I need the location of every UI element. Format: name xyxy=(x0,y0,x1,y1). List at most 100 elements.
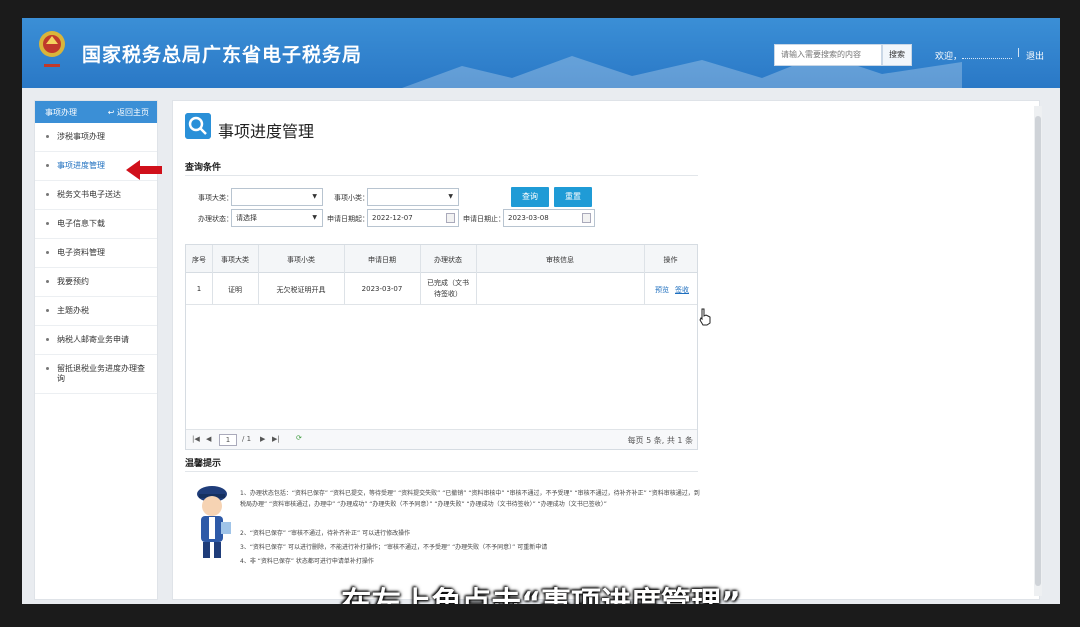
bullet-icon xyxy=(46,135,49,138)
total-pages: / 1 xyxy=(242,435,252,443)
last-page-icon[interactable]: ▶| xyxy=(272,435,280,443)
sidebar-item-e-documents[interactable]: 税务文书电子送达 xyxy=(35,181,157,210)
back-home-label: 返回主页 xyxy=(117,108,149,117)
date-from-label: 申请日期起： xyxy=(327,215,369,223)
status-select-value: 请选择 xyxy=(236,214,257,222)
sidebar-item-label: 我要预约 xyxy=(57,277,89,286)
search-input[interactable]: 请输入需要搜索的内容 xyxy=(774,44,882,66)
column-header: 事项大类 xyxy=(221,256,249,264)
status-select[interactable]: 请选择 ▼ xyxy=(231,209,323,227)
tip-line-1: 1、办理状态包括：“资料已保存” “资料已提交，等待受理” “资料提交失败” “… xyxy=(240,490,700,508)
logout-link[interactable]: 退出 xyxy=(1026,49,1044,62)
cell-status: 已完成（文书待签收） xyxy=(427,279,469,298)
sidebar-item-label: 主题办税 xyxy=(57,306,89,315)
sign-link[interactable]: 签收 xyxy=(674,285,690,295)
bullet-icon xyxy=(46,193,49,196)
search-button[interactable]: 搜索 xyxy=(882,44,912,66)
bullet-icon xyxy=(46,164,49,167)
date-to-label: 申请日期止： xyxy=(463,215,505,223)
refresh-icon[interactable]: ⟳ xyxy=(296,434,302,442)
tip-line-4: 4、非 “资料已保存” 状态都可进行申请单补打操作 xyxy=(240,558,374,565)
scrollbar-thumb[interactable] xyxy=(1035,116,1041,586)
sidebar-item-label: 税务文书电子送达 xyxy=(57,190,121,199)
query-section-title: 查询条件 xyxy=(185,163,222,173)
magnifier-icon xyxy=(185,113,211,139)
dropdown-caret-icon: ▼ xyxy=(312,214,317,221)
next-page-icon[interactable]: ▶ xyxy=(260,435,265,443)
column-header: 操作 xyxy=(663,256,678,264)
table-row: 1 证明 无欠税证明开具 2023-03-07 已完成（文书待签收） 预览 签收 xyxy=(186,273,697,305)
minor-category-label: 事项小类： xyxy=(334,194,369,202)
bullet-icon xyxy=(46,367,49,370)
tax-officer-mascot-icon xyxy=(197,486,231,558)
sidebar-item-tax-affairs[interactable]: 涉税事项办理 xyxy=(35,123,157,152)
username-redacted xyxy=(962,49,1012,59)
dropdown-caret-icon: ▼ xyxy=(448,193,453,200)
video-subtitle: 在左上角点击“事项进度管理” xyxy=(341,586,741,604)
sidebar-item-label: 电子信息下载 xyxy=(57,219,105,228)
column-header: 办理状态 xyxy=(434,256,462,264)
date-to-input[interactable]: 2023-03-08 xyxy=(503,209,595,227)
sidebar-item-mail-request[interactable]: 纳税人邮寄业务申请 xyxy=(35,326,157,355)
cell-no: 1 xyxy=(196,285,202,293)
major-category-select[interactable]: ▼ xyxy=(231,188,323,206)
red-arrow-left-icon xyxy=(126,160,162,180)
bullet-icon xyxy=(46,280,49,283)
calendar-icon[interactable] xyxy=(582,213,591,223)
page-number-input[interactable]: 1 xyxy=(219,434,237,446)
sidebar-item-info-download[interactable]: 电子信息下载 xyxy=(35,210,157,239)
column-header: 序号 xyxy=(192,256,206,264)
tips-title: 温馨提示 xyxy=(185,459,222,469)
dropdown-caret-icon: ▼ xyxy=(312,193,317,200)
bullet-icon xyxy=(46,338,49,341)
table-header: 序号 事项大类 事项小类 申请日期 办理状态 审核信息 操作 xyxy=(186,245,697,273)
column-header: 事项小类 xyxy=(287,256,315,264)
sidebar-header-title: 事项办理 xyxy=(45,108,77,117)
prev-page-icon[interactable]: ◀ xyxy=(206,435,211,443)
tip-line-3: 3、“资料已保存” 可以进行删除，不能进行补打操作；“审核不通过，不予受理” “… xyxy=(240,544,548,551)
sidebar-item-label: 涉税事项办理 xyxy=(57,132,105,141)
status-label: 办理状态： xyxy=(198,215,233,223)
hand-cursor-icon xyxy=(699,308,711,326)
sidebar-item-label: 纳税人邮寄业务申请 xyxy=(57,335,129,344)
sidebar-header: 事项办理 ↩ 返回主页 xyxy=(35,101,157,123)
back-home-link[interactable]: ↩ 返回主页 xyxy=(108,107,149,118)
scrollbar[interactable] xyxy=(1034,106,1042,596)
date-from-input[interactable]: 2022-12-07 xyxy=(367,209,459,227)
page-title: 事项进度管理 xyxy=(218,122,315,141)
pagination-bar: |◀ ◀ 1 / 1 ▶ ▶| ⟳ 每页 5 条, 共 1 条 xyxy=(186,429,697,449)
calendar-icon[interactable] xyxy=(446,213,455,223)
sidebar-item-topic-tax[interactable]: 主题办税 xyxy=(35,297,157,326)
bullet-icon xyxy=(46,251,49,254)
sidebar-item-refund-progress[interactable]: 留抵退税业务进度办理查询 xyxy=(35,355,157,394)
progress-table: 序号 事项大类 事项小类 申请日期 办理状态 审核信息 操作 1 证明 无欠税证… xyxy=(185,244,698,450)
column-header: 审核信息 xyxy=(546,256,574,264)
divider xyxy=(185,471,698,472)
query-button[interactable]: 查询 xyxy=(511,187,549,207)
browser-screen: 国家税务总局广东省电子税务局 请输入需要搜索的内容 搜索 欢迎， | 退出 事项… xyxy=(22,18,1060,604)
minor-category-select[interactable]: ▼ xyxy=(367,188,459,206)
major-category-label: 事项大类： xyxy=(198,194,233,202)
sidebar-item-appointment[interactable]: 我要预约 xyxy=(35,268,157,297)
preview-link[interactable]: 预览 xyxy=(654,285,670,295)
tip-line-2: 2、“资料已保存” “审核不通过，待补齐补正” 可以进行修改操作 xyxy=(240,530,411,537)
welcome-text: 欢迎， xyxy=(935,52,963,62)
column-header: 申请日期 xyxy=(368,256,396,264)
date-to-value: 2023-03-08 xyxy=(508,214,549,222)
bullet-icon xyxy=(46,222,49,225)
cell-minor: 无欠税证明开具 xyxy=(276,286,326,294)
sidebar-item-label: 电子资料管理 xyxy=(57,248,105,257)
reset-button[interactable]: 重置 xyxy=(554,187,592,207)
cell-major: 证明 xyxy=(228,286,242,294)
sidebar-item-label: 留抵退税业务进度办理查询 xyxy=(57,364,145,383)
logout-separator: | xyxy=(1017,48,1021,58)
site-header: 国家税务总局广东省电子税务局 请输入需要搜索的内容 搜索 欢迎， | 退出 xyxy=(22,18,1060,88)
date-from-value: 2022-12-07 xyxy=(372,214,413,222)
sidebar-item-e-records[interactable]: 电子资料管理 xyxy=(35,239,157,268)
sidebar-item-label: 事项进度管理 xyxy=(57,161,105,170)
first-page-icon[interactable]: |◀ xyxy=(192,435,200,443)
divider xyxy=(185,175,698,176)
bullet-icon xyxy=(46,309,49,312)
site-title: 国家税务总局广东省电子税务局 xyxy=(82,44,363,66)
pager-summary: 每页 5 条, 共 1 条 xyxy=(627,436,693,445)
